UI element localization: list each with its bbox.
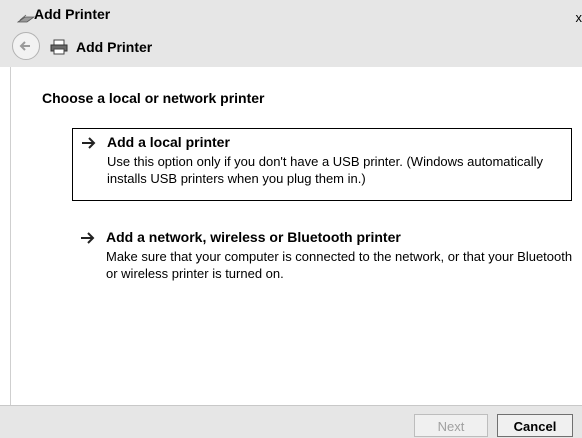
arrow-right-icon [80, 231, 96, 245]
option-add-local-printer[interactable]: Add a local printer Use this option only… [72, 128, 572, 201]
option-description: Use this option only if you don't have a… [107, 154, 544, 186]
cancel-button[interactable]: Cancel [497, 414, 573, 437]
back-arrow-icon [19, 41, 30, 51]
next-button[interactable]: Next [414, 414, 488, 437]
title-bar[interactable]: Add Printer x [0, 0, 582, 30]
navigation-bar: Add Printer [0, 30, 582, 67]
option-description: Make sure that your computer is connecte… [106, 249, 573, 281]
option-title: Add a local printer [107, 134, 230, 150]
footer-bar: Next Cancel [0, 405, 582, 438]
arrow-right-icon [81, 136, 97, 150]
section-heading: Choose a local or network printer [42, 90, 265, 106]
page-title: Add Printer [76, 39, 153, 55]
close-button[interactable]: x [570, 10, 582, 26]
option-title: Add a network, wireless or Bluetooth pri… [106, 229, 401, 245]
printer-wizard-icon [16, 11, 36, 23]
printer-icon [50, 39, 68, 55]
option-add-network-printer[interactable]: Add a network, wireless or Bluetooth pri… [72, 224, 572, 286]
window-title: Add Printer [34, 6, 111, 22]
back-button[interactable] [12, 32, 40, 60]
add-printer-window: Add Printer x Add Printer Choose a local… [0, 0, 582, 438]
